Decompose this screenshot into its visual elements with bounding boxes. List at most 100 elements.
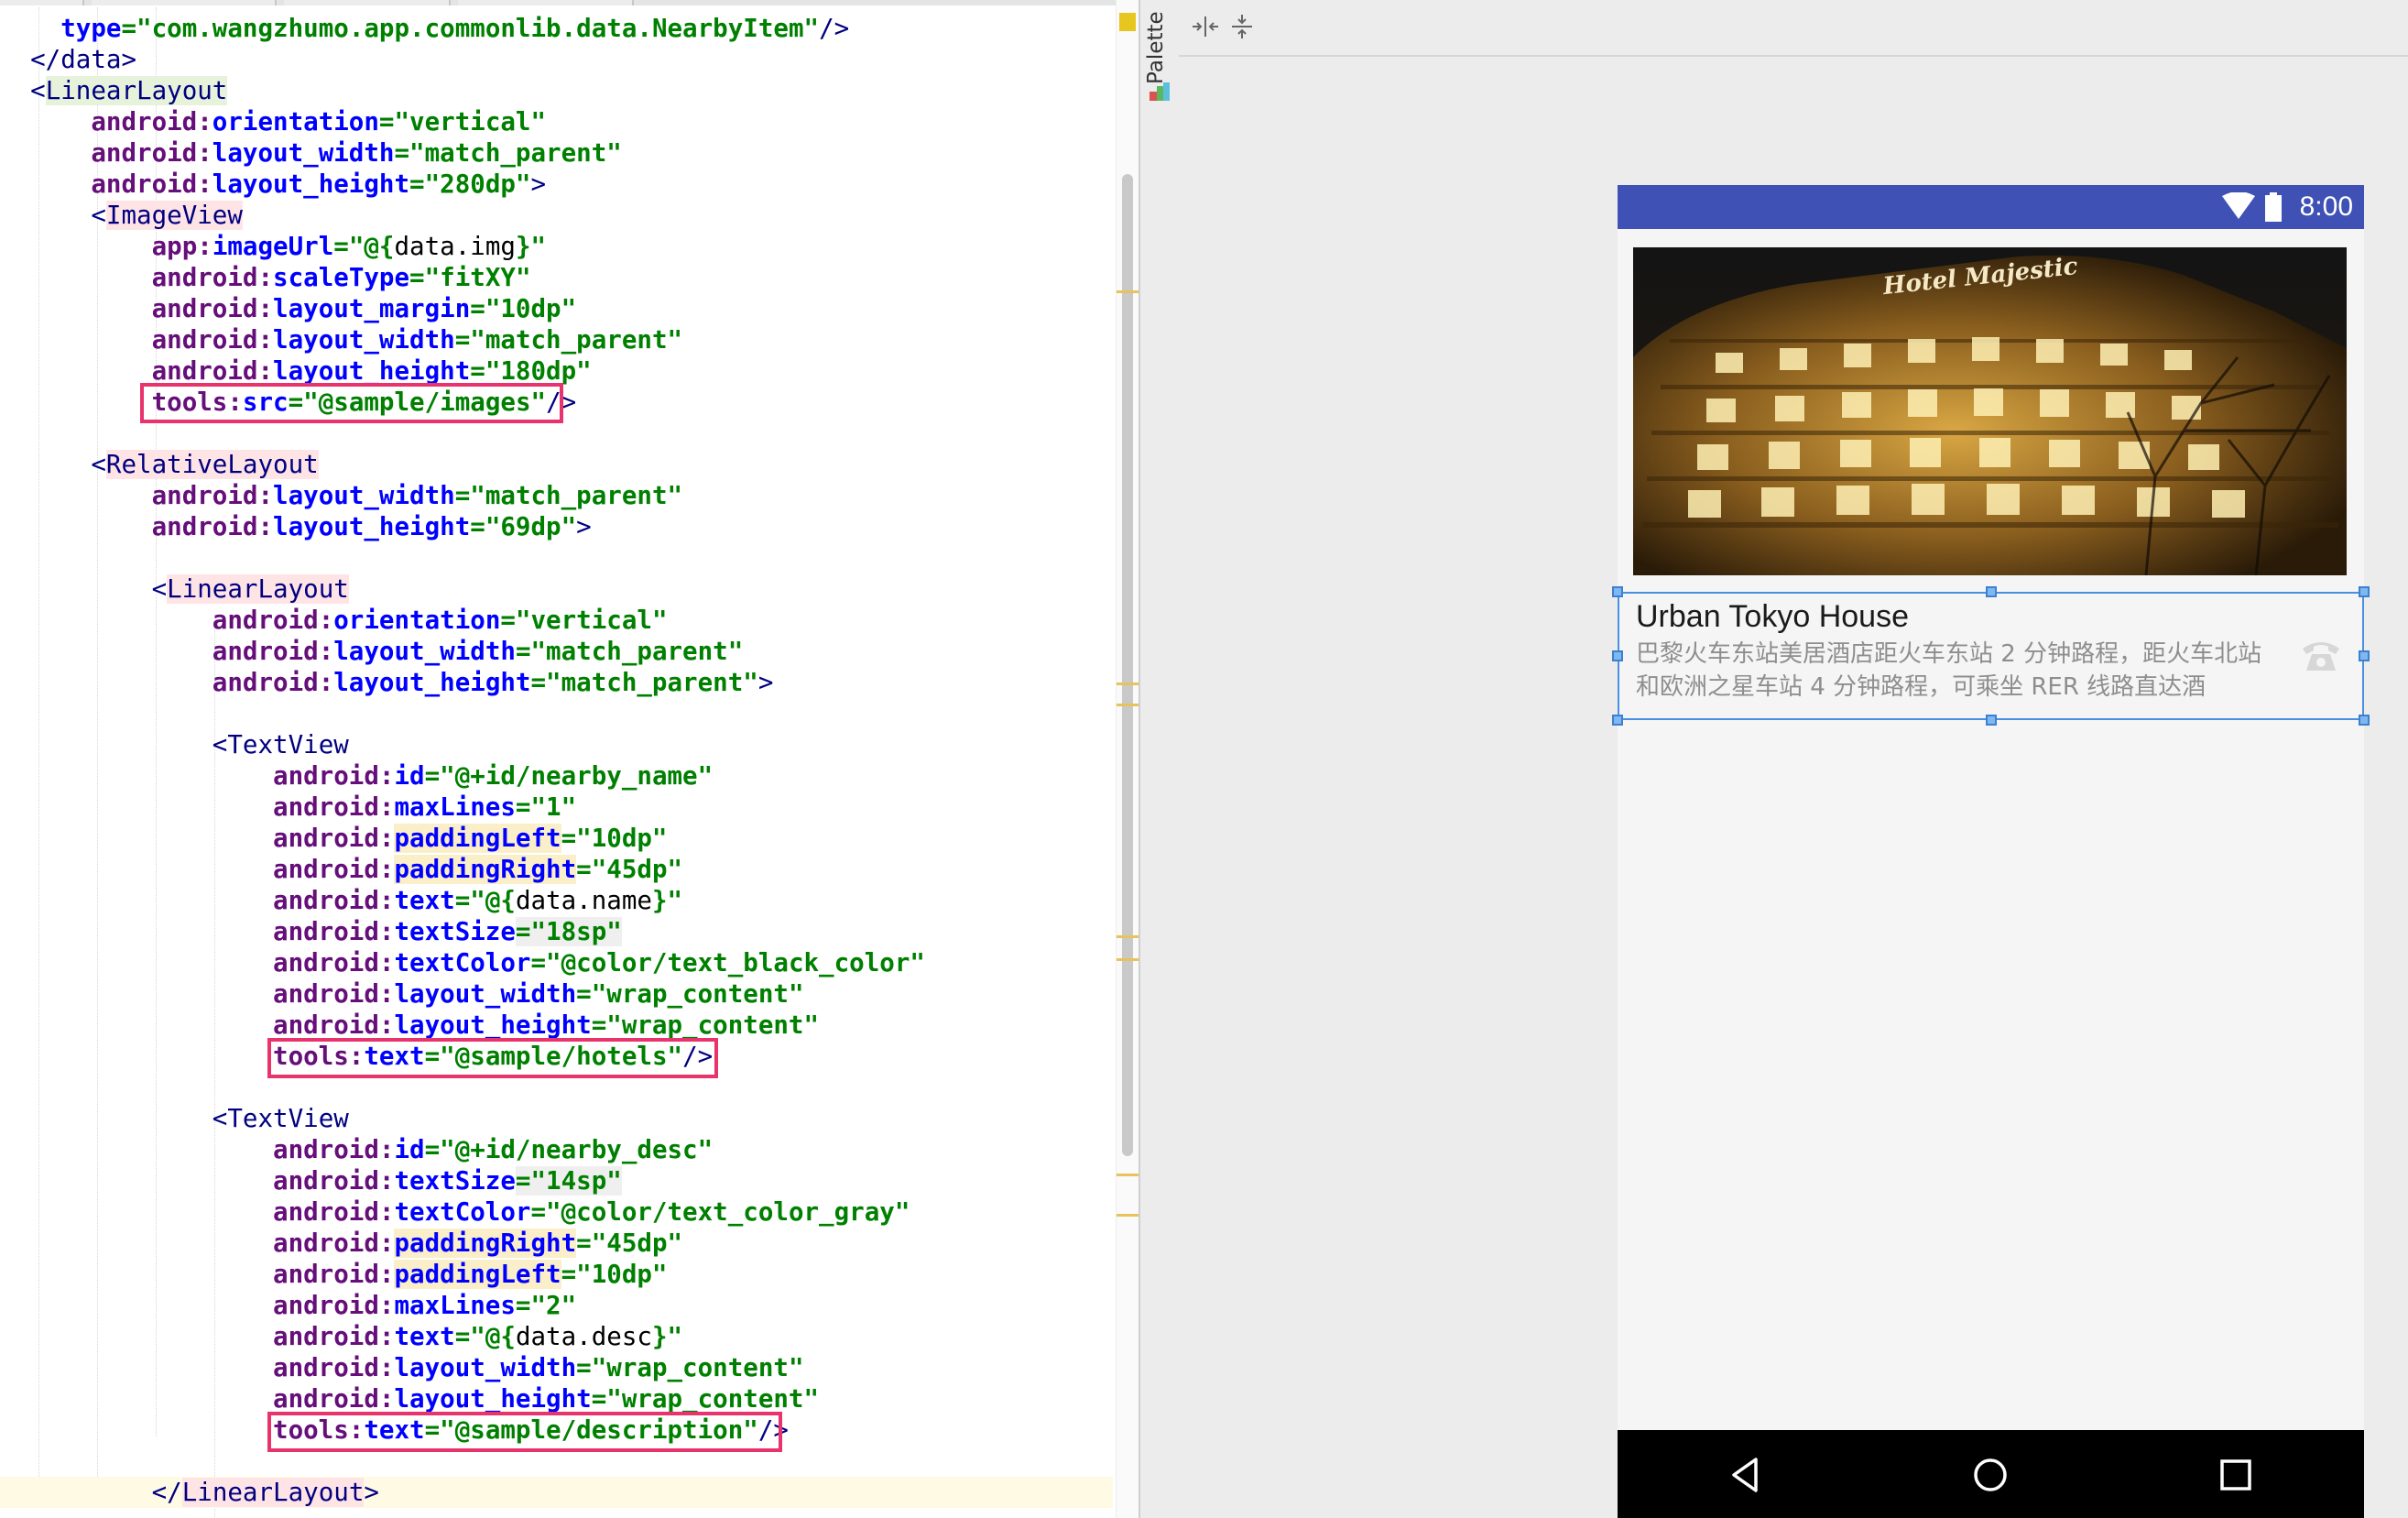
palette-tab-label[interactable]: Palette bbox=[1144, 2, 1171, 84]
code-line[interactable]: android:textColor="@color/text_color_gra… bbox=[0, 1196, 1113, 1228]
resize-handle[interactable] bbox=[1986, 715, 1997, 726]
code-line[interactable]: android:layout_width="match_parent" bbox=[0, 324, 1113, 355]
code-line[interactable]: android:layout_margin="10dp" bbox=[0, 293, 1113, 324]
code-line[interactable]: android:layout_width="wrap_content" bbox=[0, 978, 1113, 1010]
error-stripe-mark[interactable] bbox=[1117, 683, 1139, 685]
code-line[interactable]: android:scaleType="fitXY" bbox=[0, 262, 1113, 293]
code-token: ="180dp" bbox=[470, 356, 592, 386]
code-line[interactable]: android:id="@+id/nearby_name" bbox=[0, 760, 1113, 792]
code-line[interactable]: android:orientation="vertical" bbox=[0, 106, 1113, 137]
code-line[interactable]: </data> bbox=[0, 44, 1113, 75]
editor-tab[interactable] bbox=[284, 0, 451, 5]
code-line[interactable]: android:textColor="@color/text_black_col… bbox=[0, 947, 1113, 978]
highlight-box-tools-src bbox=[140, 383, 563, 423]
palette-tool-strip[interactable]: Palette bbox=[1139, 0, 1181, 1518]
code-line[interactable]: android:layout_width="wrap_content" bbox=[0, 1352, 1113, 1383]
error-stripe-mark[interactable] bbox=[1117, 704, 1139, 706]
code-token: scaleType bbox=[273, 263, 410, 292]
code-token: ="1" bbox=[515, 792, 577, 822]
error-stripe-mark[interactable] bbox=[1117, 290, 1139, 293]
code-line[interactable]: <TextView bbox=[0, 729, 1113, 760]
code-line[interactable]: <LinearLayout bbox=[0, 573, 1113, 605]
code-token: /> bbox=[819, 14, 850, 43]
code-line[interactable]: </LinearLayout> bbox=[0, 1477, 1113, 1508]
code-line[interactable]: android:text="@{data.name}" bbox=[0, 885, 1113, 916]
code-line[interactable]: android:textSize="14sp" bbox=[0, 1165, 1113, 1196]
code-line[interactable]: <TextView bbox=[0, 1103, 1113, 1134]
code-editor[interactable]: type="com.wangzhumo.app.commonlib.data.N… bbox=[0, 0, 1139, 1518]
hotel-image[interactable]: Hotel Majestic bbox=[1633, 247, 2347, 575]
code-token: ="69dp" bbox=[470, 512, 577, 541]
code-line[interactable]: <ImageView bbox=[0, 200, 1113, 231]
highlight-box-tools-text-hotels bbox=[267, 1038, 718, 1078]
code-line[interactable]: type="com.wangzhumo.app.commonlib.data.N… bbox=[0, 13, 1113, 44]
back-icon[interactable] bbox=[1725, 1454, 1767, 1496]
code-line[interactable] bbox=[0, 698, 1113, 729]
code-line[interactable]: android:paddingLeft="10dp" bbox=[0, 823, 1113, 854]
code-token: paddingLeft bbox=[394, 1260, 561, 1289]
code-line[interactable]: android:layout_height="wrap_content" bbox=[0, 1010, 1113, 1041]
code-line[interactable]: android:paddingRight="45dp" bbox=[0, 854, 1113, 885]
editor-tab-strip[interactable] bbox=[0, 0, 1139, 5]
home-icon[interactable] bbox=[1969, 1454, 2011, 1496]
code-line[interactable]: android:textSize="18sp" bbox=[0, 916, 1113, 947]
warning-marker-icon[interactable] bbox=[1119, 13, 1136, 31]
resize-handle[interactable] bbox=[2359, 715, 2370, 726]
resize-handle[interactable] bbox=[2359, 586, 2370, 597]
code-line[interactable]: android:layout_height="wrap_content" bbox=[0, 1383, 1113, 1414]
code-line[interactable]: android:id="@+id/nearby_desc" bbox=[0, 1134, 1113, 1165]
editor-scrollbar[interactable] bbox=[1116, 0, 1139, 1518]
editor-tab[interactable] bbox=[0, 0, 84, 5]
resize-handle[interactable] bbox=[2359, 650, 2370, 661]
battery-icon bbox=[2265, 192, 2282, 222]
code-line[interactable]: <RelativeLayout bbox=[0, 449, 1113, 480]
code-line[interactable]: <LinearLayout bbox=[0, 75, 1113, 106]
code-line[interactable]: android:layout_height="180dp" bbox=[0, 355, 1113, 387]
scroll-thumb[interactable] bbox=[1122, 174, 1133, 1156]
code-line[interactable]: android:paddingLeft="10dp" bbox=[0, 1259, 1113, 1290]
code-line[interactable] bbox=[0, 542, 1113, 573]
code-line[interactable]: android:paddingRight="45dp" bbox=[0, 1228, 1113, 1259]
palette-icon[interactable] bbox=[1148, 81, 1171, 103]
selection-outline[interactable] bbox=[1618, 592, 2364, 720]
code-token: android: bbox=[273, 761, 395, 791]
device-preview[interactable]: 8:00 Hotel Majestic Urban Tokyo House 巴黎… bbox=[1612, 185, 2370, 1518]
editor-tab[interactable] bbox=[92, 0, 277, 5]
code-line[interactable]: android:layout_width="match_parent" bbox=[0, 636, 1113, 667]
error-stripe-mark[interactable] bbox=[1117, 1214, 1139, 1217]
error-stripe-mark[interactable] bbox=[1117, 1174, 1139, 1176]
code-line[interactable]: android:layout_height="69dp"> bbox=[0, 511, 1113, 542]
code-line[interactable]: android:layout_width="match_parent" bbox=[0, 137, 1113, 169]
expand-vertical-icon[interactable] bbox=[1226, 13, 1258, 40]
error-stripe-mark[interactable] bbox=[1117, 958, 1139, 961]
code-token: id bbox=[394, 761, 425, 791]
code-token: android: bbox=[212, 606, 334, 635]
code-line[interactable]: app:imageUrl="@{data.img}" bbox=[0, 231, 1113, 262]
code-token: layout_height bbox=[333, 668, 531, 697]
code-line[interactable]: android:layout_width="match_parent" bbox=[0, 480, 1113, 511]
resize-handle[interactable] bbox=[1612, 715, 1623, 726]
code-line[interactable]: android:maxLines="1" bbox=[0, 792, 1113, 823]
resize-handle[interactable] bbox=[1612, 650, 1623, 661]
code-line[interactable]: android:layout_height="match_parent"> bbox=[0, 667, 1113, 698]
expand-horizontal-icon[interactable] bbox=[1190, 13, 1221, 40]
code-token: maxLines bbox=[394, 1291, 516, 1320]
code-line[interactable]: android:layout_height="280dp"> bbox=[0, 169, 1113, 200]
resize-handle[interactable] bbox=[1612, 586, 1623, 597]
error-stripe-mark[interactable] bbox=[1117, 935, 1139, 938]
resize-handle[interactable] bbox=[1986, 586, 1997, 597]
code-token: ="18sp" bbox=[515, 917, 622, 946]
editor-tab[interactable] bbox=[458, 0, 634, 5]
code-line[interactable]: android:orientation="vertical" bbox=[0, 605, 1113, 636]
code-token: app: bbox=[151, 232, 212, 261]
code-line[interactable]: android:maxLines="2" bbox=[0, 1290, 1113, 1321]
recents-icon[interactable] bbox=[2215, 1454, 2257, 1496]
code-line[interactable]: android:text="@{data.desc}" bbox=[0, 1321, 1113, 1352]
code-token: android: bbox=[273, 1229, 395, 1258]
status-bar: 8:00 bbox=[1618, 185, 2364, 229]
